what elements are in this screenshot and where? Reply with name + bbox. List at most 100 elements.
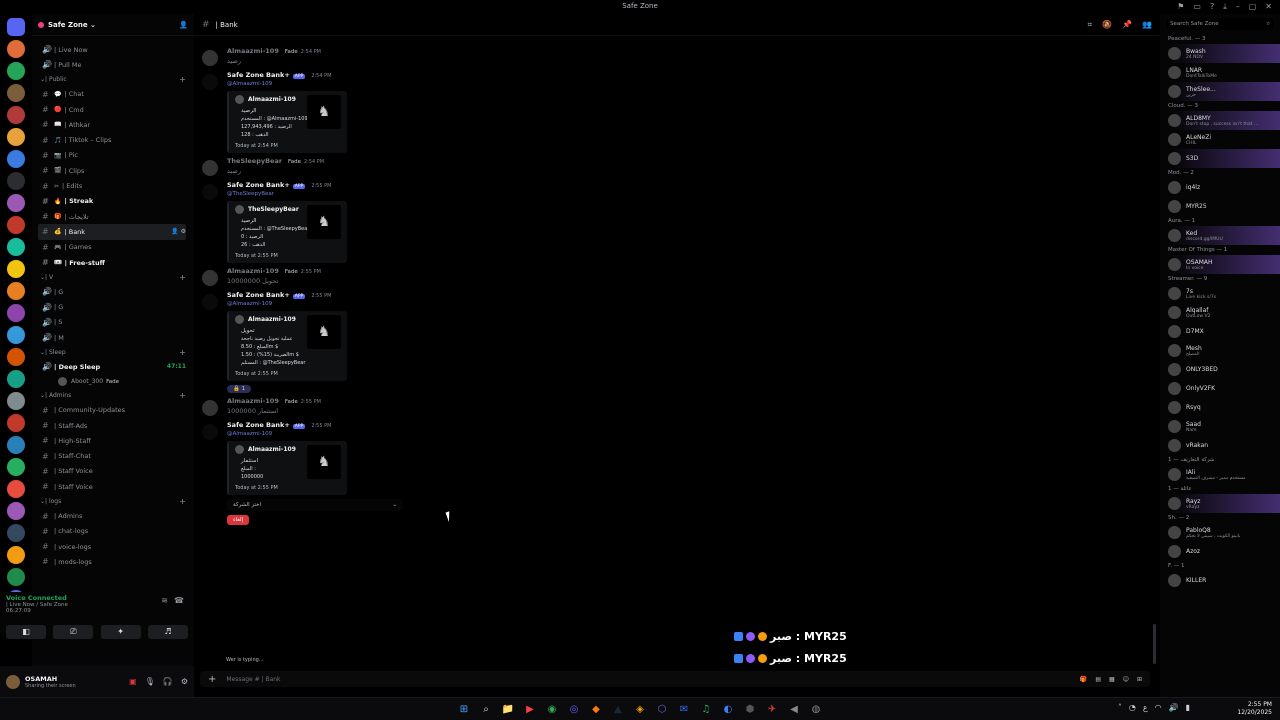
network-icon[interactable]: ◔ — [1129, 703, 1136, 712]
server-icon[interactable] — [7, 40, 25, 58]
server-icon[interactable] — [7, 458, 25, 476]
server-icon[interactable] — [7, 84, 25, 102]
channel-item[interactable]: # 🎬 | Clips — [38, 163, 186, 178]
taskbar-app-icon[interactable]: ◐ — [720, 702, 736, 717]
member-list-icon[interactable]: 👥 — [1142, 20, 1152, 30]
channel-settings-icon[interactable]: 👤 ⚙ — [171, 228, 186, 235]
disconnect-icon[interactable]: ☎ — [174, 596, 184, 605]
taskbar-clock[interactable]: 2:55 PM 12/20/2025 — [1237, 701, 1272, 717]
server-header[interactable]: Safe Zone ⌄ 👤 — [32, 14, 194, 36]
server-icon[interactable] — [7, 326, 25, 344]
avatar[interactable] — [202, 400, 218, 416]
chat-scrollbar[interactable] — [1153, 624, 1156, 664]
mention-link[interactable]: @Almaazmi-109 — [227, 301, 1160, 309]
message-author[interactable]: Almaazmi-109 — [227, 47, 279, 55]
member-item[interactable]: KILLER — [1160, 571, 1280, 590]
member-item[interactable]: 7s Live kick s/7s — [1160, 284, 1280, 303]
server-icon[interactable] — [7, 18, 25, 36]
close-icon[interactable]: ✕ — [1265, 2, 1272, 12]
inbox-icon[interactable]: ⚑ — [1177, 2, 1184, 12]
channel-item-deep-sleep[interactable]: 🔊 | Deep Sleep 47:11 — [38, 359, 186, 374]
server-icon[interactable] — [7, 106, 25, 124]
taskbar-app-icon[interactable]: ◍ — [808, 702, 824, 717]
server-icon[interactable] — [7, 150, 25, 168]
soundboard-button[interactable]: ♬ — [147, 625, 188, 639]
channel-item[interactable]: # 🎟 | Free-stuff — [38, 255, 186, 270]
channel-item[interactable]: # | chat-logs — [38, 524, 186, 539]
channel-item[interactable]: 🔊 | G — [38, 284, 186, 299]
company-select[interactable]: اختر الشركة ⌄ — [227, 499, 403, 511]
add-channel-icon[interactable]: + — [179, 75, 186, 84]
message-author[interactable]: Safe Zone Bank+ — [227, 421, 290, 429]
member-item[interactable]: Bwash 24 NOV — [1160, 44, 1280, 63]
message-author[interactable]: TheSleepyBear — [227, 157, 282, 165]
taskbar-app-icon[interactable]: ⊞ — [456, 702, 472, 717]
stream-icon[interactable]: ▣ — [129, 677, 137, 686]
wifi-icon[interactable]: ◠ — [1155, 703, 1162, 712]
member-item[interactable]: Rsyq — [1160, 398, 1280, 417]
channel-item[interactable]: 🔊 | M — [38, 330, 186, 345]
screen-icon[interactable]: ▭ — [1193, 2, 1201, 12]
gift-icon[interactable]: 🎁 — [1080, 676, 1087, 683]
add-channel-icon[interactable]: + — [179, 348, 186, 357]
channel-item[interactable]: # 💰 | Bank 👤 ⚙ — [38, 224, 186, 240]
channel-item[interactable]: # 🎵 | Tiktok – Clips — [38, 132, 186, 147]
language-icon[interactable]: ع — [1143, 703, 1148, 712]
server-icon[interactable] — [7, 392, 25, 410]
add-channel-icon[interactable]: + — [179, 391, 186, 400]
server-icon[interactable] — [7, 436, 25, 454]
server-search-input[interactable]: Search Safe Zone ⌕ — [1166, 18, 1274, 30]
taskbar-app-icon[interactable]: ◎ — [566, 702, 582, 717]
server-icon[interactable] — [7, 282, 25, 300]
headphones-icon[interactable]: 🎧 — [163, 677, 173, 686]
avatar[interactable] — [202, 270, 218, 286]
member-item[interactable]: Rayz vRayz — [1160, 494, 1280, 513]
sticker-icon[interactable]: ▦ — [1109, 676, 1115, 683]
taskbar-app-icon[interactable]: ▲ — [610, 702, 626, 717]
server-icon[interactable] — [7, 502, 25, 520]
channel-item[interactable]: # | Community-Updates — [38, 403, 186, 418]
avatar[interactable] — [6, 674, 20, 689]
channel-item[interactable]: # 🔥 | Streak — [38, 194, 186, 209]
composer-input[interactable]: Message # | Bank — [226, 676, 280, 683]
channel-item[interactable]: # 💬 | Chat — [38, 87, 186, 102]
member-item[interactable]: IAli مستخدم مميز - مشرف التصفية — [1160, 465, 1280, 484]
voice-user[interactable]: Aboot_300 Fade — [38, 375, 194, 389]
notifications-icon[interactable]: 🔕 — [1102, 20, 1112, 30]
mention-link[interactable]: @Almaazmi-109 — [227, 81, 1160, 89]
mention-link[interactable]: @TheSleepyBear — [227, 191, 1160, 199]
member-item[interactable]: iq4lz — [1160, 178, 1280, 197]
taskbar-app-icon[interactable]: ⌕ — [478, 702, 494, 717]
help-icon[interactable]: ? — [1210, 2, 1214, 12]
taskbar-app-icon[interactable]: ◀ — [786, 702, 802, 717]
channel-category[interactable]: ⌄ | Public + — [38, 73, 186, 87]
member-item[interactable]: LNAR DontTalkToMe — [1160, 63, 1280, 82]
channel-item[interactable]: # ✂ | Edits — [38, 178, 186, 193]
server-icon[interactable] — [7, 216, 25, 234]
channel-item[interactable]: 🔊 | S — [38, 315, 186, 330]
channel-item[interactable]: 🔊 | Live Now — [38, 42, 186, 57]
channel-item[interactable]: # | Staff-Ads — [38, 418, 186, 433]
channel-item[interactable]: # | Staff Voice — [38, 464, 186, 479]
chevron-up-icon[interactable]: ˄ — [1118, 703, 1122, 712]
gear-icon[interactable]: ⚙ — [181, 677, 188, 686]
channel-item[interactable]: # | voice-logs — [38, 539, 186, 554]
channel-item[interactable]: 🔊 | Pull Me — [38, 57, 186, 72]
server-icon[interactable] — [7, 524, 25, 542]
server-icon[interactable] — [7, 172, 25, 190]
member-item[interactable]: Alqallaf OutLow V2 — [1160, 303, 1280, 322]
member-item[interactable]: vRakan — [1160, 436, 1280, 455]
mention-link[interactable]: @Almaazmi-109 — [227, 431, 1160, 439]
message-composer[interactable]: + Message # | Bank 🎁 ▤ ▦ ☺ ⊞ — [200, 671, 1150, 687]
member-item[interactable]: TheSlee... حزين — [1160, 82, 1280, 101]
channel-item[interactable]: # 📷 | Pic — [38, 148, 186, 163]
message-author[interactable]: Safe Zone Bank+ — [227, 181, 290, 189]
download-icon[interactable]: ⤓ — [1223, 2, 1227, 12]
member-item[interactable]: Azoz — [1160, 542, 1280, 561]
channel-item[interactable]: # 🎮 | Games — [38, 240, 186, 255]
battery-icon[interactable]: ▮ — [1186, 703, 1190, 712]
pin-icon[interactable]: 📌 — [1122, 20, 1132, 30]
add-channel-icon[interactable]: + — [179, 497, 186, 506]
member-item[interactable]: OSAMAH In voice — [1160, 255, 1280, 274]
reaction-button[interactable]: 🔒 1 — [227, 385, 252, 393]
